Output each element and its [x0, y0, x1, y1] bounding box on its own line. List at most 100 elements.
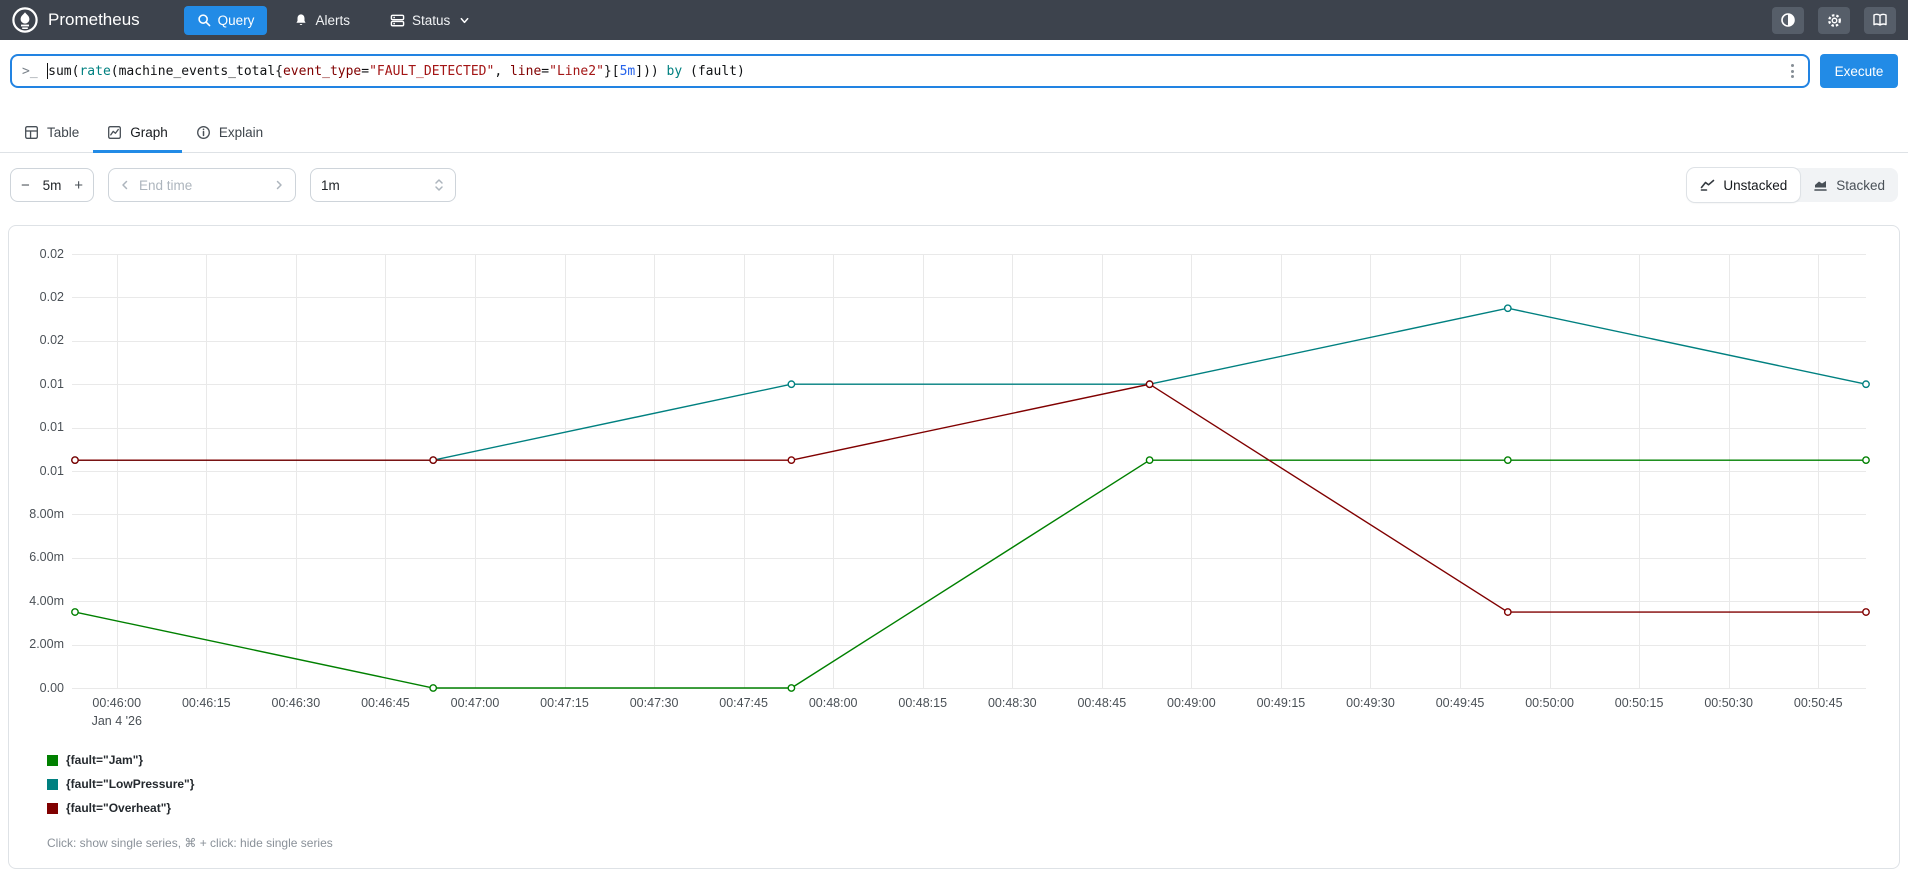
- x-tick-label: 00:46:15: [181, 696, 231, 710]
- docs-button[interactable]: [1864, 6, 1896, 34]
- range-increase-button[interactable]: +: [74, 177, 83, 194]
- resolution-select[interactable]: 1m: [310, 168, 456, 202]
- nav-label: Query: [217, 12, 255, 28]
- search-icon: [197, 13, 211, 27]
- tab-label: Graph: [130, 125, 168, 140]
- legend-swatch: [47, 754, 58, 766]
- tab-label: Table: [47, 125, 80, 140]
- data-point-marker: [787, 456, 796, 465]
- range-stepper: − 5m +: [10, 168, 94, 202]
- tab-label: Explain: [218, 125, 264, 140]
- settings-button[interactable]: [1818, 6, 1850, 34]
- stacked-area-icon: [1813, 178, 1828, 192]
- h-gridline: [72, 688, 1866, 689]
- query-token: sum: [48, 63, 72, 79]
- x-tick-label: 00:48:00: [808, 696, 858, 710]
- query-token: rate: [79, 63, 111, 79]
- data-point-marker: [1503, 304, 1512, 313]
- chevron-updown-icon: [433, 178, 445, 192]
- x-tick-label: 00:48:45: [1077, 696, 1127, 710]
- query-token: ]: [635, 63, 644, 79]
- series-line: [74, 307, 1867, 461]
- query-token: (: [110, 63, 119, 79]
- prometheus-logo-icon: [12, 7, 38, 33]
- y-tick-label: 0.01: [39, 420, 64, 435]
- x-tick-label: 00:49:30: [1346, 696, 1395, 710]
- legend-swatch: [47, 802, 58, 814]
- query-menu-kebab-icon[interactable]: [1787, 62, 1798, 80]
- brand[interactable]: Prometheus: [12, 7, 140, 33]
- query-token: event_type: [282, 63, 362, 79]
- x-tick-label: 00:47:45: [719, 696, 768, 710]
- chevron-down-icon: [459, 15, 470, 26]
- terminal-prompt-icon: >_: [22, 63, 38, 79]
- graph-panel: 0.02 0.02 0.02 0.01 0.01 0.01 8.00m 6.00m 4.00m 2…: [8, 225, 1900, 869]
- data-point-marker: [787, 684, 796, 692]
- y-tick-label: 0.01: [39, 376, 64, 391]
- execute-button[interactable]: Execute: [1820, 54, 1898, 88]
- legend-swatch: [47, 778, 58, 790]
- theme-toggle-button[interactable]: [1772, 6, 1804, 34]
- nav-item-alerts[interactable]: Alerts: [281, 6, 363, 35]
- chevron-left-icon[interactable]: [119, 179, 131, 191]
- x-tick-label: 00:50:00: [1525, 696, 1574, 710]
- y-tick-label: 2.00m: [29, 637, 64, 652]
- data-point-marker: [1503, 608, 1512, 616]
- line-chart-icon: [1700, 178, 1715, 192]
- nav-label: Alerts: [315, 12, 350, 28]
- query-token: (: [71, 63, 80, 79]
- top-navbar: Prometheus Query Alerts Status: [0, 0, 1908, 40]
- query-token: [: [611, 63, 620, 79]
- tab-table[interactable]: Table: [10, 116, 93, 153]
- end-time-input[interactable]: End time: [108, 168, 296, 202]
- y-axis-labels: 0.02 0.02 0.02 0.01 0.01 0.01 8.00m 6.00m 4.00m 2…: [9, 247, 64, 695]
- query-token: "FAULT_DETECTED": [369, 63, 495, 79]
- series-line: [74, 383, 1866, 613]
- query-token: =: [541, 63, 550, 79]
- y-tick-label: 0.00: [39, 680, 64, 695]
- legend-label: {fault="LowPressure"}: [66, 777, 195, 791]
- data-point-marker: [429, 456, 438, 465]
- range-value[interactable]: 5m: [43, 178, 62, 193]
- data-point-marker: [787, 380, 796, 389]
- query-expression[interactable]: sum(rate(machine_events_total{event_type…: [46, 63, 745, 79]
- query-expression-input[interactable]: >_ sum(rate(machine_events_total{event_t…: [10, 54, 1810, 88]
- unstacked-button[interactable]: Unstacked: [1687, 168, 1801, 202]
- legend-item[interactable]: {fault="LowPressure"}: [47, 777, 194, 791]
- query-token: by: [666, 63, 683, 79]
- query-bar: >_ sum(rate(machine_events_total{event_t…: [0, 40, 1908, 100]
- x-tick-label: 00:49:00: [1167, 696, 1216, 710]
- x-tick-label: 00:46:30: [271, 696, 321, 710]
- gear-icon: [1826, 12, 1843, 29]
- segment-label: Stacked: [1836, 177, 1885, 193]
- range-decrease-button[interactable]: −: [21, 177, 30, 194]
- query-token: }: [603, 63, 612, 79]
- y-tick-label: 6.00m: [29, 550, 64, 565]
- plot-area[interactable]: [71, 254, 1870, 692]
- legend-label: {fault="Overheat"}: [66, 801, 172, 815]
- brand-title: Prometheus: [48, 10, 140, 29]
- query-token: {: [275, 63, 283, 79]
- x-tick-label: 00:49:45: [1435, 696, 1485, 710]
- data-point-marker: [1503, 456, 1512, 465]
- chart-legend: {fault="Jam"} {fault="LowPressure"} {fault…: [47, 753, 194, 825]
- chevron-right-icon[interactable]: [273, 179, 285, 191]
- query-token: line: [509, 63, 542, 79]
- query-token: =: [361, 63, 370, 79]
- y-tick-label: 0.02: [39, 289, 64, 304]
- data-point-marker: [1862, 456, 1870, 465]
- stacked-button[interactable]: Stacked: [1800, 168, 1898, 202]
- query-token: )): [643, 63, 667, 79]
- data-point-marker: [1145, 456, 1154, 465]
- y-tick-label: 8.00m: [29, 506, 64, 521]
- nav-item-query[interactable]: Query: [183, 5, 268, 35]
- nav-item-status[interactable]: Status: [377, 6, 483, 35]
- x-tick-label: 00:50:45: [1793, 696, 1843, 710]
- query-token: machine_events_total: [118, 63, 276, 79]
- legend-item[interactable]: {fault="Jam"}: [47, 753, 194, 767]
- legend-hint: Click: show single series, ⌘ + click: hi…: [47, 836, 333, 850]
- tab-explain[interactable]: Explain: [182, 116, 277, 153]
- tab-graph[interactable]: Graph: [93, 116, 182, 153]
- x-tick-label: 00:49:15: [1256, 696, 1306, 710]
- legend-item[interactable]: {fault="Overheat"}: [47, 801, 194, 815]
